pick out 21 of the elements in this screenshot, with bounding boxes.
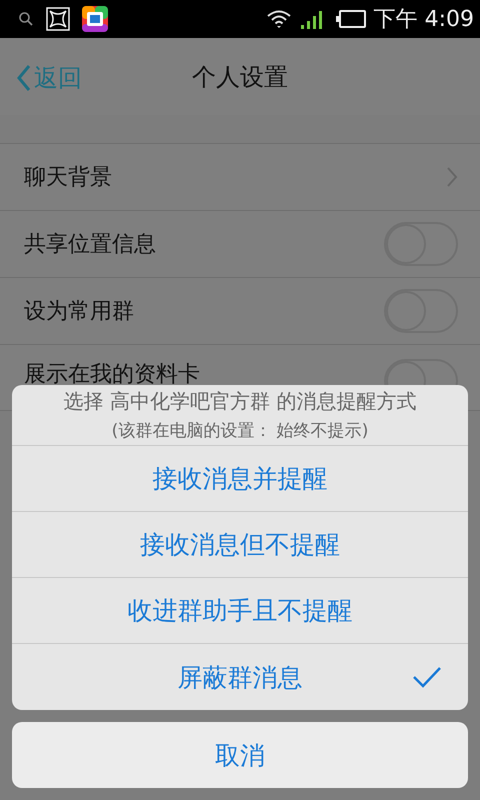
signal-icon [300,9,322,29]
option-button[interactable]: 接收消息但不提醒 [12,512,468,578]
row-label: 共享位置信息 [24,231,157,259]
search-icon [18,11,34,27]
battery-icon [336,10,366,28]
chevron-left-icon [16,64,32,92]
cancel-button[interactable]: 取消 [12,722,468,788]
option-button[interactable]: 屏蔽群消息 [12,644,468,710]
checkmark-icon [412,666,442,688]
option-button[interactable]: 接收消息并提醒 [12,446,468,512]
page-title: 个人设置 [192,62,288,92]
sheet-subtitle: (该群在电脑的设置： 始终不提示) [112,420,368,442]
wifi-icon [266,9,292,29]
row-label: 聊天背景 [24,164,113,192]
crossed-frame-icon [46,7,70,31]
row-label: 设为常用群 [24,298,135,326]
row-label: 展示在我的资料卡 [24,361,201,389]
option-button[interactable]: 收进群助手且不提醒 [12,578,468,644]
app-icon [82,6,108,32]
clock-time: 下午 4:09 [374,6,474,34]
chevron-right-icon [446,166,458,188]
